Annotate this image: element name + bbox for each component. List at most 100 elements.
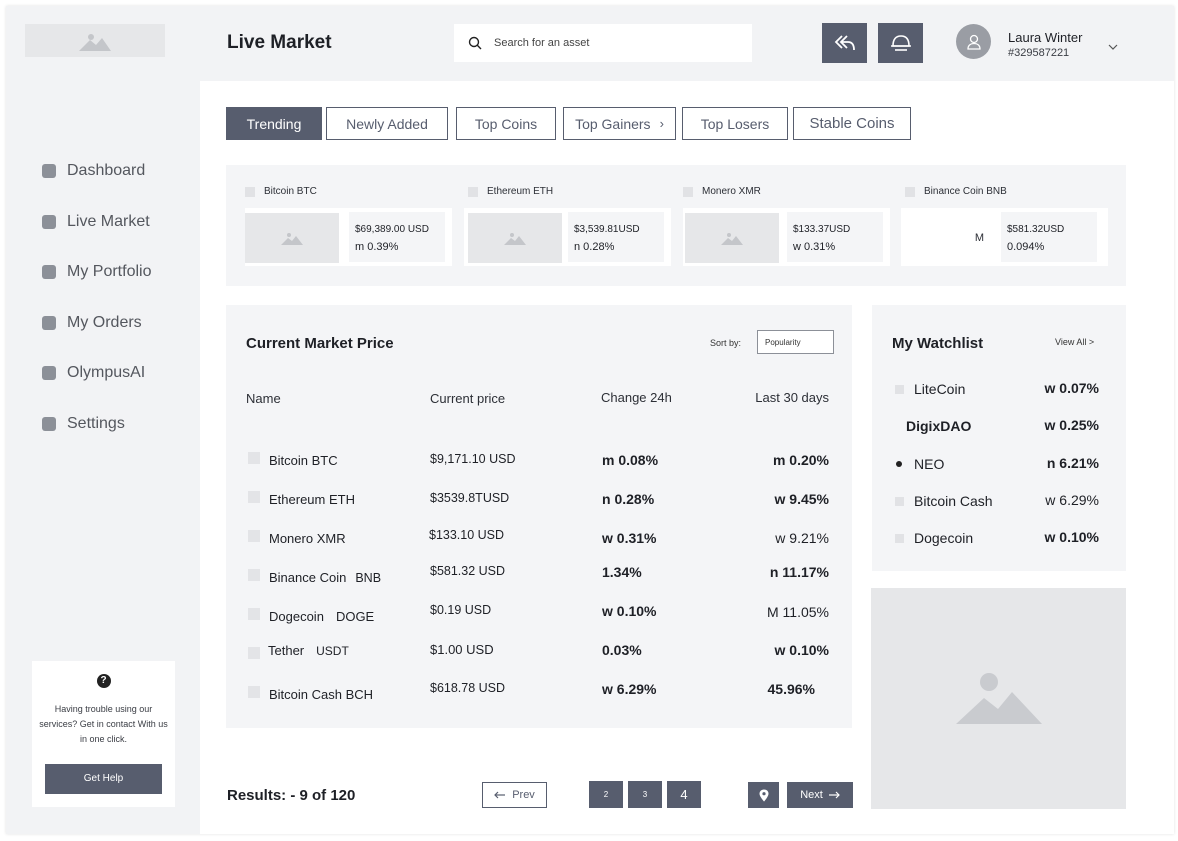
sidebar-item-my-portfolio[interactable]: My Portfolio xyxy=(42,247,151,298)
coin-change: w 0.10% xyxy=(1044,529,1099,545)
table-row[interactable]: Bitcoin BTC $9,171.10 USD m 0.08% m 0.20… xyxy=(226,447,852,485)
view-all-link[interactable]: View All > xyxy=(1055,337,1094,347)
sidebar-item-label: Settings xyxy=(67,414,125,432)
sidebar-item-live-market[interactable]: Live Market xyxy=(42,197,151,248)
tab-top-losers[interactable]: Top Losers xyxy=(682,107,788,140)
table-row[interactable]: Binance Coin BNB $581.32 USD 1.34% n 11.1… xyxy=(226,564,852,602)
coin-name-text: Bitcoin BTC xyxy=(269,453,338,468)
table-row[interactable]: Tether USDT $1.00 USD 0.03% w 0.10% xyxy=(226,642,852,680)
user-menu-toggle[interactable] xyxy=(1108,38,1118,56)
coin-body: $3,539.81USD n 0.28% xyxy=(464,208,671,266)
tab-newly-added[interactable]: Newly Added xyxy=(326,107,448,140)
sidebar-item-label: My Portfolio xyxy=(67,263,152,281)
coin-price: $3,539.81USD xyxy=(574,224,640,235)
watchlist-item[interactable]: Dogecoin w 0.10% xyxy=(872,529,1126,559)
tab-stable-coins[interactable]: Stable Coins xyxy=(793,107,911,140)
sidebar-nav: Dashboard Live Market My Portfolio My Or… xyxy=(42,146,151,449)
sidebar-item-my-orders[interactable]: My Orders xyxy=(42,298,151,349)
sidebar-item-settings[interactable]: Settings xyxy=(42,399,151,450)
coin-icon xyxy=(248,608,260,620)
chevron-right-icon: › xyxy=(659,116,664,131)
help-text: Having trouble using our services? Get i… xyxy=(39,704,168,744)
coin-price-box: $581.32USD 0.094% xyxy=(1001,212,1097,262)
coin-price: $0.19 USD xyxy=(430,603,492,617)
coin-name: Monero XMR xyxy=(683,186,761,197)
page-button-4[interactable]: 4 xyxy=(667,781,701,808)
coin-icon xyxy=(248,491,260,503)
coin-icon xyxy=(895,385,904,394)
table-row[interactable]: Dogecoin DOGE $0.19 USD w 0.10% M 11.05% xyxy=(226,603,852,641)
page-button-2[interactable]: 2 xyxy=(589,781,623,808)
coin-name: Monero XMR xyxy=(269,531,346,546)
watchlist-title: My Watchlist xyxy=(892,335,984,352)
sort-label: Sort by: xyxy=(710,338,742,348)
sidebar-item-label: Dashboard xyxy=(67,162,146,180)
tab-top-gainers[interactable]: Top Gainers › xyxy=(563,107,676,140)
sidebar-item-dashboard[interactable]: Dashboard xyxy=(42,146,151,197)
coin-name-text: Binance Coin xyxy=(269,570,347,585)
coin-change: w 6.29% xyxy=(1045,492,1099,508)
coin-name-text: Monero XMR xyxy=(702,186,761,197)
coin-name: Dogecoin DOGE xyxy=(269,609,374,624)
watchlist-item[interactable]: Bitcoin Cash w 6.29% xyxy=(872,492,1126,522)
tab-top-coins[interactable]: Top Coins xyxy=(456,107,556,140)
coin-ticker: DOGE xyxy=(335,609,375,624)
search-icon xyxy=(468,36,482,50)
coin-name: Tether USDT xyxy=(268,643,349,658)
tab-label: Top Losers xyxy=(700,115,770,132)
coin-change: w 0.25% xyxy=(1044,417,1099,433)
coin-icon xyxy=(248,452,260,464)
tab-label: Trending xyxy=(246,115,302,132)
coin-name-text: Bitcoin Cash BCH xyxy=(269,687,374,702)
dashboard-icon xyxy=(42,164,56,179)
coin-name: Ethereum ETH xyxy=(468,186,553,197)
notifications-button[interactable] xyxy=(878,23,923,63)
page-button-3[interactable]: 3 xyxy=(628,781,662,808)
change-30d: w 9.21% xyxy=(775,530,829,546)
watchlist-item[interactable]: NEO n 6.21% xyxy=(872,455,1126,485)
coin-price-box: $133.37USD w 0.31% xyxy=(787,212,883,262)
sort-select[interactable]: Popularity xyxy=(757,330,834,354)
image-placeholder-icon xyxy=(281,233,303,245)
live-market-icon xyxy=(42,214,56,229)
coin-change: w 0.31% xyxy=(793,241,836,253)
coin-name-text: Ethereum ETH xyxy=(269,492,355,507)
image-placeholder-icon xyxy=(955,672,1042,724)
search-input[interactable] xyxy=(494,37,734,49)
column-header-name: Name xyxy=(246,391,281,406)
image-placeholder-icon xyxy=(721,233,743,245)
change-24h: m 0.08% xyxy=(602,452,659,468)
coin-image xyxy=(685,213,779,263)
prev-button[interactable]: Prev xyxy=(482,782,547,808)
watchlist-item[interactable]: DigixDAO w 0.25% xyxy=(872,417,1126,447)
change-30d: w 0.10% xyxy=(774,642,829,658)
avatar[interactable] xyxy=(956,24,991,59)
change-30d: m 0.20% xyxy=(772,452,829,468)
page-number: 2 xyxy=(603,790,609,799)
get-help-button[interactable]: Get Help xyxy=(45,764,162,794)
question-icon: ? xyxy=(96,674,111,688)
next-button[interactable]: Next xyxy=(787,782,853,808)
tab-trending[interactable]: Trending xyxy=(226,107,322,140)
tab-label: Stable Coins xyxy=(809,115,895,132)
market-table: Current Market Price Sort by: Popularity… xyxy=(226,305,852,728)
promo-image-placeholder xyxy=(871,588,1126,809)
coin-icon xyxy=(248,569,260,581)
sidebar-item-olympusai[interactable]: OlympusAI xyxy=(42,348,151,399)
change-30d: M 11.05% xyxy=(767,604,829,620)
change-30d: 45.96% xyxy=(767,681,815,697)
table-row[interactable]: Ethereum ETH $3539.8TUSD n 0.28% w 9.45% xyxy=(226,486,852,524)
next-label: Next xyxy=(800,789,823,801)
coin-icon xyxy=(248,686,260,698)
coin-name: Binance Coin BNB xyxy=(905,186,1007,197)
results-count: Results: - 9 of 120 xyxy=(227,787,356,804)
coin-name-text: Ethereum ETH xyxy=(487,186,554,197)
coin-icon xyxy=(468,186,478,197)
change-24h: w 6.29% xyxy=(602,681,657,697)
reply-all-button[interactable] xyxy=(822,23,867,63)
coin-image-text: M xyxy=(974,232,985,244)
table-row[interactable]: Bitcoin Cash BCH $618.78 USD w 6.29% 45.… xyxy=(226,681,852,719)
location-button[interactable] xyxy=(748,782,779,808)
watchlist-item[interactable]: LiteCoin w 0.07% xyxy=(872,380,1126,410)
table-row[interactable]: Monero XMR $133.10 USD w 0.31% w 9.21% xyxy=(226,525,852,563)
